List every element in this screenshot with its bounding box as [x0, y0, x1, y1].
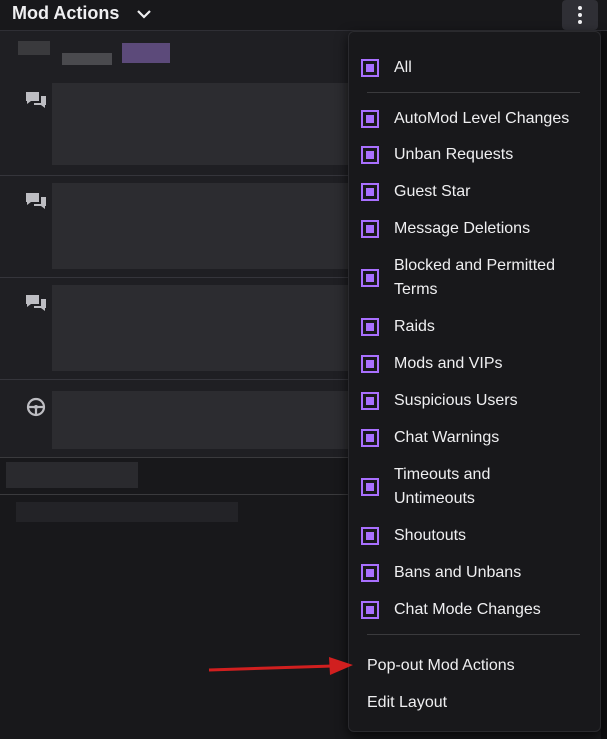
menu-divider [367, 92, 580, 93]
chevron-down-icon[interactable] [136, 6, 152, 22]
filter-timeouts-and-untimeouts[interactable]: Timeouts and Untimeouts [349, 463, 600, 511]
filter-automod-level-changes[interactable]: AutoMod Level Changes [349, 107, 600, 131]
filter-guest-star[interactable]: Guest Star [349, 180, 600, 204]
checkbox[interactable] [361, 478, 379, 496]
checkbox[interactable] [361, 601, 379, 619]
steering-wheel-icon [26, 397, 46, 417]
filter-shoutouts[interactable]: Shoutouts [349, 524, 600, 548]
checkbox[interactable] [361, 564, 379, 582]
mod-actions-feed [0, 31, 352, 461]
checkbox[interactable] [361, 355, 379, 373]
redacted-text [62, 53, 112, 65]
panel-title: Mod Actions [12, 3, 120, 23]
checkbox[interactable] [361, 146, 379, 164]
more-options-button[interactable] [562, 0, 598, 30]
checkbox[interactable] [361, 269, 379, 287]
redacted-text [16, 502, 238, 522]
filter-bans-and-unbans[interactable]: Bans and Unbans [349, 561, 600, 585]
redacted-entry [52, 183, 352, 269]
redacted-entry [52, 391, 352, 449]
filter-blocked-and-permitted-terms[interactable]: Blocked and Permitted Terms [349, 254, 600, 302]
menu-divider [367, 634, 580, 635]
filter-suspicious-users[interactable]: Suspicious Users [349, 389, 600, 413]
chat-bubbles-icon [26, 193, 46, 209]
filter-all[interactable]: All [349, 56, 600, 80]
chat-bubbles-icon [26, 92, 46, 108]
checkbox[interactable] [361, 183, 379, 201]
more-vertical-icon [578, 6, 582, 10]
checkbox[interactable] [361, 59, 379, 77]
checkbox[interactable] [361, 318, 379, 336]
redacted-entry [52, 83, 352, 165]
filter-unban-requests[interactable]: Unban Requests [349, 143, 600, 167]
filter-chat-mode-changes[interactable]: Chat Mode Changes [349, 598, 600, 622]
checkbox[interactable] [361, 110, 379, 128]
right-edge-strip [601, 31, 607, 739]
filter-menu: All AutoMod Level Changes Unban Requests… [348, 31, 601, 732]
redacted-text [6, 462, 138, 488]
red-arrow-annotation [208, 657, 353, 675]
popout-mod-actions-button[interactable]: Pop-out Mod Actions [367, 654, 515, 678]
filter-message-deletions[interactable]: Message Deletions [349, 217, 600, 241]
checkbox[interactable] [361, 527, 379, 545]
checkbox[interactable] [361, 429, 379, 447]
redacted-entry [52, 285, 352, 371]
edit-layout-button[interactable]: Edit Layout [367, 691, 447, 715]
filter-raids[interactable]: Raids [349, 315, 600, 339]
chat-bubbles-icon [26, 295, 46, 311]
filter-mods-and-vips[interactable]: Mods and VIPs [349, 352, 600, 376]
filter-chat-warnings[interactable]: Chat Warnings [349, 426, 600, 450]
redacted-text [18, 41, 50, 55]
lower-section [0, 457, 352, 495]
redacted-text [122, 43, 170, 63]
checkbox[interactable] [361, 392, 379, 410]
checkbox[interactable] [361, 220, 379, 238]
panel-header: Mod Actions [0, 0, 607, 31]
